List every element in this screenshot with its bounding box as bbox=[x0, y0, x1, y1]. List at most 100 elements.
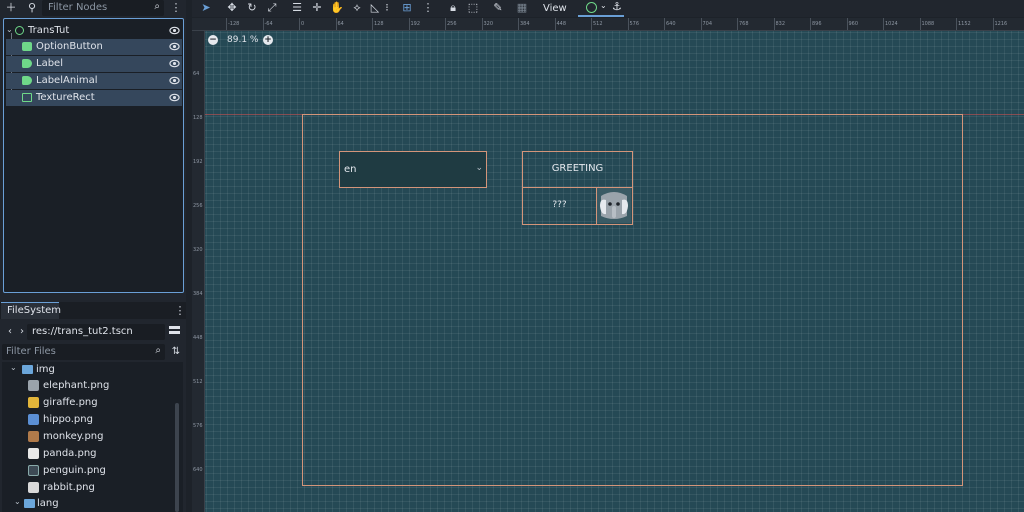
ruler-tick-label: 448 bbox=[193, 335, 203, 341]
option-button-node[interactable]: en ⌄ bbox=[339, 151, 487, 188]
pivot-tool-icon[interactable]: ✛ bbox=[309, 0, 325, 16]
snap-smart-icon[interactable]: ⁝ bbox=[379, 0, 395, 16]
split-view-icon[interactable] bbox=[169, 326, 180, 336]
lock-icon[interactable]: 🔒︎ bbox=[445, 0, 461, 16]
tree-node-labelanimal[interactable]: LabelAnimal bbox=[6, 73, 182, 89]
search-icon: ⌕ bbox=[155, 345, 161, 356]
snap-grid-icon[interactable]: ⊞ bbox=[399, 0, 415, 16]
ruler-tick-mark bbox=[919, 18, 921, 30]
add-node-button[interactable]: ＋ bbox=[3, 0, 19, 16]
ruler-tick-label: 512 bbox=[193, 379, 203, 385]
link-icon[interactable]: ⚲ bbox=[24, 0, 40, 16]
skeleton-icon[interactable]: ▦ bbox=[514, 0, 530, 16]
filesystem-path-field[interactable]: res://trans_tut2.tscn bbox=[27, 324, 165, 340]
layout-icon bbox=[586, 2, 597, 13]
group-icon[interactable]: ⬚ bbox=[465, 0, 481, 16]
tree-node-label: TransTut bbox=[28, 25, 70, 36]
file-item[interactable]: hippo.png bbox=[28, 412, 198, 428]
ruler-tick-mark bbox=[737, 18, 738, 30]
bone-icon[interactable]: ✎ bbox=[490, 0, 506, 16]
folder-label: img bbox=[36, 364, 55, 375]
file-item[interactable]: elephant.png bbox=[28, 378, 198, 394]
image-file-icon bbox=[28, 431, 39, 442]
ruler-tick-mark bbox=[372, 18, 373, 30]
filesystem-scrollbar[interactable] bbox=[175, 403, 179, 512]
ruler-tick-mark bbox=[481, 18, 483, 30]
rotate-tool-icon[interactable]: ↻ bbox=[244, 0, 260, 16]
file-item[interactable]: monkey.png bbox=[28, 429, 198, 445]
ruler-tick-mark bbox=[554, 18, 556, 30]
tree-node-optionbutton[interactable]: OptionButton bbox=[6, 39, 182, 55]
visibility-eye-icon[interactable] bbox=[169, 25, 180, 36]
file-label: rabbit.png bbox=[43, 482, 95, 493]
visibility-eye-icon[interactable] bbox=[169, 92, 180, 103]
scale-tool-icon[interactable]: ⤢ bbox=[264, 0, 280, 16]
snap-options-icon[interactable]: ⋮ bbox=[420, 0, 436, 16]
ruler-tick-label: 192 bbox=[193, 159, 203, 165]
ruler-tick-mark bbox=[883, 18, 884, 30]
ruler-tick-label: -128 bbox=[228, 21, 240, 27]
ruler-tick-label: 320 bbox=[193, 247, 203, 253]
anchor-preset-group[interactable]: ⌄ ⚓︎ bbox=[578, 0, 624, 17]
scene-toolbar: ＋ ⚲ Filter Nodes ⌕ ⋮ bbox=[0, 0, 186, 17]
ruler-tick-label: 1152 bbox=[958, 21, 971, 27]
image-file-icon bbox=[28, 397, 39, 408]
folder-img[interactable]: ⌄ img bbox=[10, 362, 180, 378]
ruler-tick-label: -64 bbox=[264, 21, 273, 27]
select-tool-icon[interactable]: ➤ bbox=[198, 0, 214, 16]
chevron-down-icon[interactable]: ⌄ bbox=[10, 363, 17, 372]
sort-icon[interactable]: ⇅ bbox=[168, 344, 184, 360]
zoom-level[interactable]: 89.1 % bbox=[227, 35, 258, 45]
pan-tool-icon[interactable]: ✋ bbox=[329, 0, 345, 16]
move-tool-icon[interactable]: ✥ bbox=[224, 0, 240, 16]
zoom-in-button[interactable]: + bbox=[263, 35, 273, 45]
visibility-eye-icon[interactable] bbox=[169, 58, 180, 69]
ruler-tick-mark bbox=[846, 18, 848, 30]
tree-node-texturerect[interactable]: TextureRect bbox=[6, 90, 182, 106]
file-item[interactable]: rabbit.png bbox=[28, 480, 198, 496]
label-node[interactable]: GREETING bbox=[522, 151, 633, 188]
image-file-icon bbox=[28, 414, 39, 425]
folder-icon bbox=[24, 499, 35, 508]
list-select-icon[interactable]: ☰ bbox=[289, 0, 305, 16]
ruler-tick-label: 128 bbox=[193, 115, 203, 121]
ruler-tick-label: 256 bbox=[193, 203, 203, 209]
folder-label: lang bbox=[37, 498, 59, 509]
tree-node-label[interactable]: Label bbox=[6, 56, 182, 72]
ruler-tick-label: 320 bbox=[483, 21, 494, 27]
ruler-tick-mark bbox=[773, 18, 775, 30]
chevron-down-icon[interactable]: ⌄ bbox=[14, 497, 21, 506]
label-animal-node[interactable]: ??? bbox=[522, 187, 597, 225]
image-file-icon bbox=[28, 380, 39, 391]
visibility-eye-icon[interactable] bbox=[169, 41, 180, 52]
ruler-tick-label: 192 bbox=[410, 21, 421, 27]
ruler-tool-icon[interactable]: ⟡ bbox=[349, 0, 365, 16]
file-label: panda.png bbox=[43, 448, 97, 459]
more-options-icon[interactable]: ⋮ bbox=[168, 0, 184, 16]
option-button-value: en bbox=[344, 164, 357, 175]
folder-lang[interactable]: ⌄ lang bbox=[10, 496, 180, 512]
ruler-tick-label: 256 bbox=[447, 21, 457, 27]
ruler-tick-label: 1024 bbox=[885, 21, 898, 27]
filter-files-input[interactable]: Filter Files ⌕ bbox=[2, 344, 165, 360]
file-item[interactable]: panda.png bbox=[28, 446, 198, 462]
file-item[interactable]: giraffe.png bbox=[28, 395, 198, 411]
filesystem-list: ⌄ img elephant.png giraffe.png hippo.png… bbox=[2, 362, 183, 512]
view-menu[interactable]: View bbox=[543, 3, 567, 14]
tree-node-label: TextureRect bbox=[36, 92, 95, 103]
ruler-tick-label: 512 bbox=[593, 21, 603, 27]
ruler-tick-mark bbox=[700, 18, 702, 30]
tab-filesystem[interactable]: FileSystem bbox=[1, 302, 61, 319]
file-label: penguin.png bbox=[43, 465, 106, 476]
ruler-tick-label: 960 bbox=[848, 21, 859, 27]
file-item[interactable]: penguin.png bbox=[28, 463, 198, 479]
file-label: hippo.png bbox=[43, 414, 93, 425]
filter-nodes-input[interactable]: Filter Nodes ⌕ bbox=[42, 0, 164, 16]
ruler-tick-label: 896 bbox=[812, 21, 822, 27]
more-options-icon[interactable]: ⋮ bbox=[172, 303, 188, 319]
visibility-eye-icon[interactable] bbox=[169, 75, 180, 86]
chevron-down-icon[interactable]: ⌄ bbox=[6, 25, 13, 34]
texture-rect-node[interactable] bbox=[596, 187, 633, 225]
tree-node-transtut[interactable]: ⌄ TransTut bbox=[6, 23, 182, 39]
zoom-out-button[interactable]: − bbox=[208, 35, 218, 45]
